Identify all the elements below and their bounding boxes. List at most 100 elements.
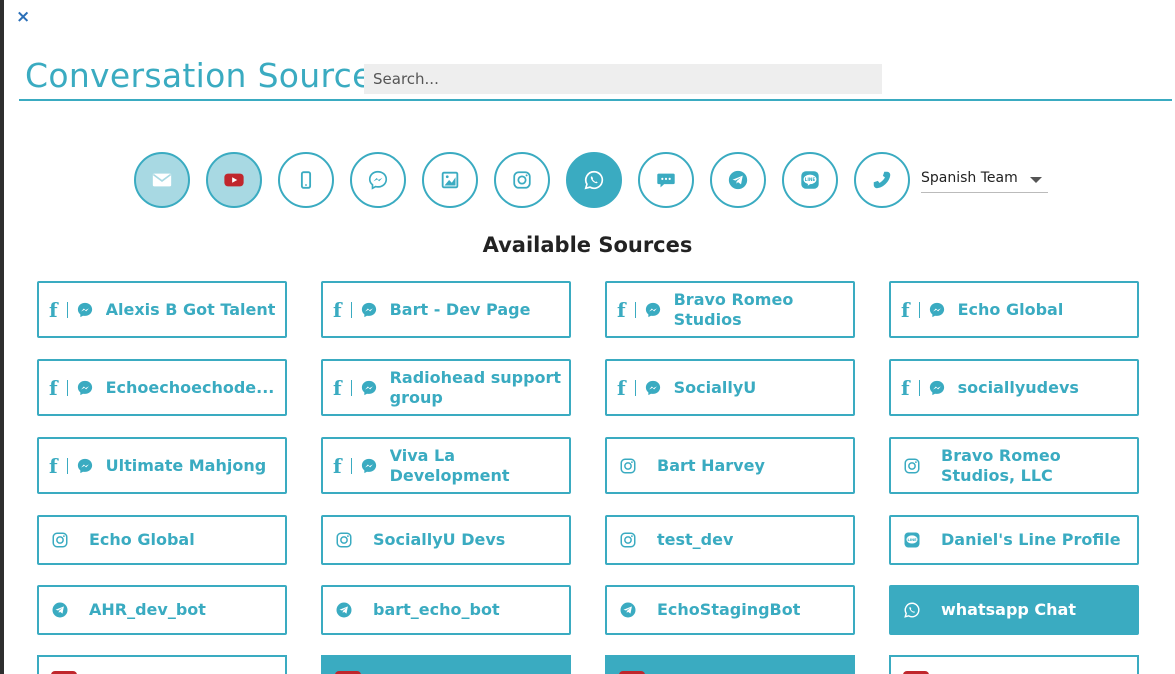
instagram-filter[interactable]	[494, 151, 550, 208]
source-label: Radiohead support group	[389, 367, 562, 407]
messenger-icon	[928, 301, 946, 319]
source-icons: f	[323, 456, 378, 476]
chat-bubble-icon	[657, 173, 675, 187]
source-card[interactable]: f Radiohead support group	[321, 359, 571, 416]
phone-filter[interactable]	[854, 151, 910, 208]
source-card[interactable]: f Alexis B Got Talent	[37, 281, 287, 338]
source-card[interactable]: AHR_dev_bot	[37, 585, 287, 635]
icon-separator	[634, 379, 636, 396]
messenger-filter[interactable]	[350, 151, 406, 208]
source-icons: f	[607, 300, 662, 320]
source-card[interactable]: f Echoechoechode...	[37, 359, 287, 416]
facebook-icon: f	[617, 375, 626, 400]
messenger-icon	[360, 379, 378, 397]
source-icons	[39, 531, 89, 549]
source-card[interactable]: Echo Global	[37, 515, 287, 565]
messenger-icon	[368, 170, 388, 190]
chat-filter[interactable]	[638, 151, 694, 208]
phone-icon	[873, 171, 891, 188]
line-filter[interactable]: LINE	[782, 151, 838, 208]
telegram-filter[interactable]	[710, 151, 766, 208]
source-card[interactable]: LINE Daniel's Line Profile	[889, 515, 1139, 565]
line-icon: LINE	[801, 170, 819, 189]
source-card[interactable]: Bart Harvey	[605, 437, 855, 494]
icon-separator	[918, 379, 920, 396]
source-card[interactable]: f SociallyU	[605, 359, 855, 416]
source-card[interactable]: Bravo Romeo Studios, LLC	[889, 437, 1139, 494]
source-card[interactable]: f sociallyudevs	[889, 359, 1139, 416]
team-select[interactable]: Spanish Team	[921, 165, 1048, 193]
source-card[interactable]: f Viva La Development	[321, 437, 571, 494]
source-icons	[891, 601, 941, 619]
source-label: Echoechoechode...	[105, 377, 275, 397]
source-icons: f	[39, 456, 94, 476]
sms-filter[interactable]	[278, 151, 334, 208]
svg-text:LINE: LINE	[907, 538, 917, 542]
source-icons: f	[323, 300, 378, 320]
source-label: Bart Harvey	[657, 455, 765, 475]
section-title: Available Sources	[482, 233, 693, 257]
youtube-filter[interactable]	[206, 151, 262, 208]
icon-separator	[350, 457, 352, 474]
instagram-icon	[619, 457, 637, 475]
source-label: SociallyU	[673, 377, 757, 397]
close-button[interactable]: ×	[16, 7, 30, 27]
instagram-icon	[903, 457, 921, 475]
source-card[interactable]: EchoStagingBot	[605, 585, 855, 635]
messenger-icon	[360, 457, 378, 475]
source-label: bart_echo_bot	[373, 600, 500, 619]
source-label: Daniel's Line Profile	[941, 530, 1121, 549]
source-icons: f	[39, 300, 94, 320]
source-card[interactable]: f Echo Global	[889, 281, 1139, 338]
facebook-icon: f	[901, 297, 910, 322]
messenger-icon	[76, 301, 94, 319]
messenger-icon	[644, 301, 662, 319]
facebook-icon: f	[617, 297, 626, 322]
source-card[interactable]	[321, 655, 571, 674]
source-label: Alexis B Got Talent	[105, 299, 276, 319]
icon-separator	[66, 379, 68, 396]
source-card[interactable]: test_dev	[605, 515, 855, 565]
source-icons: LINE	[891, 531, 941, 549]
source-card[interactable]: whatsapp Chat	[889, 585, 1139, 635]
whatsapp-icon	[584, 170, 604, 189]
svg-text:LINE: LINE	[805, 177, 816, 182]
source-card[interactable]: bart_echo_bot	[321, 585, 571, 635]
source-label: Bart - Dev Page	[389, 299, 531, 319]
source-label: Bravo Romeo Studios	[673, 289, 794, 329]
source-card[interactable]: f Ultimate Mahjong	[37, 437, 287, 494]
source-label: whatsapp Chat	[941, 600, 1076, 619]
mobile-phone-icon	[300, 170, 312, 189]
telegram-icon	[51, 601, 69, 619]
source-icons	[607, 457, 657, 475]
source-icons	[39, 601, 89, 619]
facebook-icon: f	[49, 375, 58, 400]
source-icons	[607, 531, 657, 549]
source-label: Echo Global	[957, 299, 1064, 319]
source-label: Echo Global	[89, 530, 195, 549]
icon-separator	[66, 301, 68, 318]
source-card[interactable]	[605, 655, 855, 674]
source-icons: f	[323, 378, 378, 398]
source-icons	[323, 531, 373, 549]
source-label: test_dev	[657, 530, 734, 549]
email-filter[interactable]	[134, 151, 190, 208]
facebook-icon: f	[333, 297, 342, 322]
whatsapp-filter[interactable]	[566, 151, 622, 208]
source-card[interactable]	[37, 655, 287, 674]
source-card[interactable]	[889, 655, 1139, 674]
whatsapp-icon	[903, 601, 921, 619]
source-label: Ultimate Mahjong	[105, 455, 267, 475]
source-card[interactable]: SociallyU Devs	[321, 515, 571, 565]
header: Conversation Sources	[19, 56, 1172, 101]
source-label: Viva La Development	[389, 445, 510, 485]
facebook-icon: f	[901, 375, 910, 400]
instagram-icon	[513, 170, 531, 189]
search-input[interactable]	[364, 64, 882, 94]
source-card[interactable]: f Bravo Romeo Studios	[605, 281, 855, 338]
telegram-icon	[619, 601, 637, 619]
image-filter[interactable]	[422, 151, 478, 208]
instagram-icon	[51, 531, 69, 549]
source-card[interactable]: f Bart - Dev Page	[321, 281, 571, 338]
source-icons: f	[39, 378, 94, 398]
